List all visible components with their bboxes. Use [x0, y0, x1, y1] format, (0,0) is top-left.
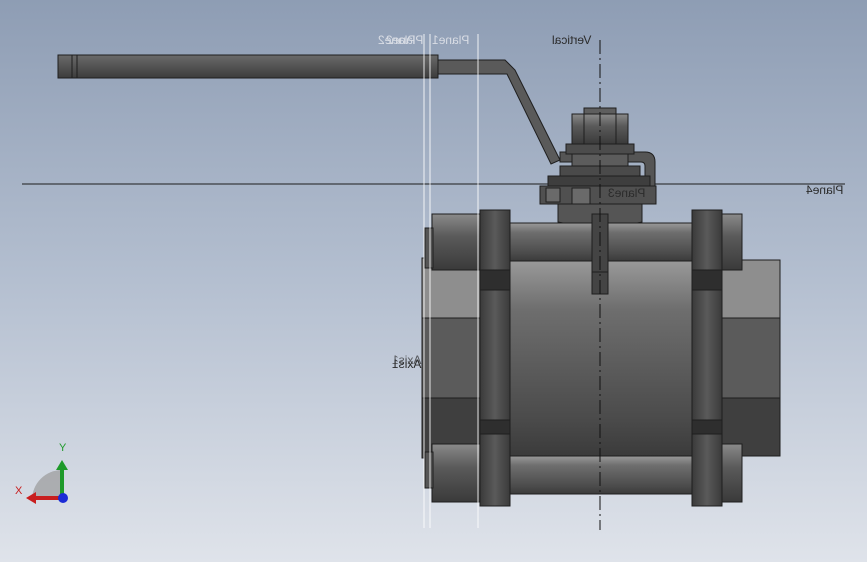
right-flange[interactable]: [691, 209, 723, 507]
graphics-viewport[interactable]: Vertical Plane1 Plane2 Plane2 Plane3 Pla…: [0, 0, 867, 562]
stem-nut[interactable]: [539, 107, 657, 228]
left-end-cap[interactable]: [421, 213, 481, 503]
z-axis-dot: [58, 493, 68, 503]
left-flange[interactable]: [479, 209, 511, 507]
x-axis-label: X: [15, 485, 23, 497]
axis1-overlap-label: Axis1: [392, 353, 422, 367]
right-end-cap[interactable]: [721, 213, 781, 503]
plane3-label: Plane3: [608, 186, 646, 200]
plane4-label: Plane4: [806, 183, 844, 197]
plane1-label: Plane1: [432, 33, 470, 47]
plane2-overlap-label: Plane2: [386, 33, 424, 47]
y-axis-label: Y: [59, 442, 67, 454]
valve-body[interactable]: [506, 213, 696, 495]
vertical-label: Vertical: [552, 33, 592, 47]
ball-valve-model[interactable]: [0, 0, 867, 562]
reference-triad[interactable]: Y X: [12, 440, 82, 510]
y-axis-head: [56, 460, 68, 470]
triad-graphic: [26, 460, 68, 504]
x-axis-head: [26, 492, 36, 504]
